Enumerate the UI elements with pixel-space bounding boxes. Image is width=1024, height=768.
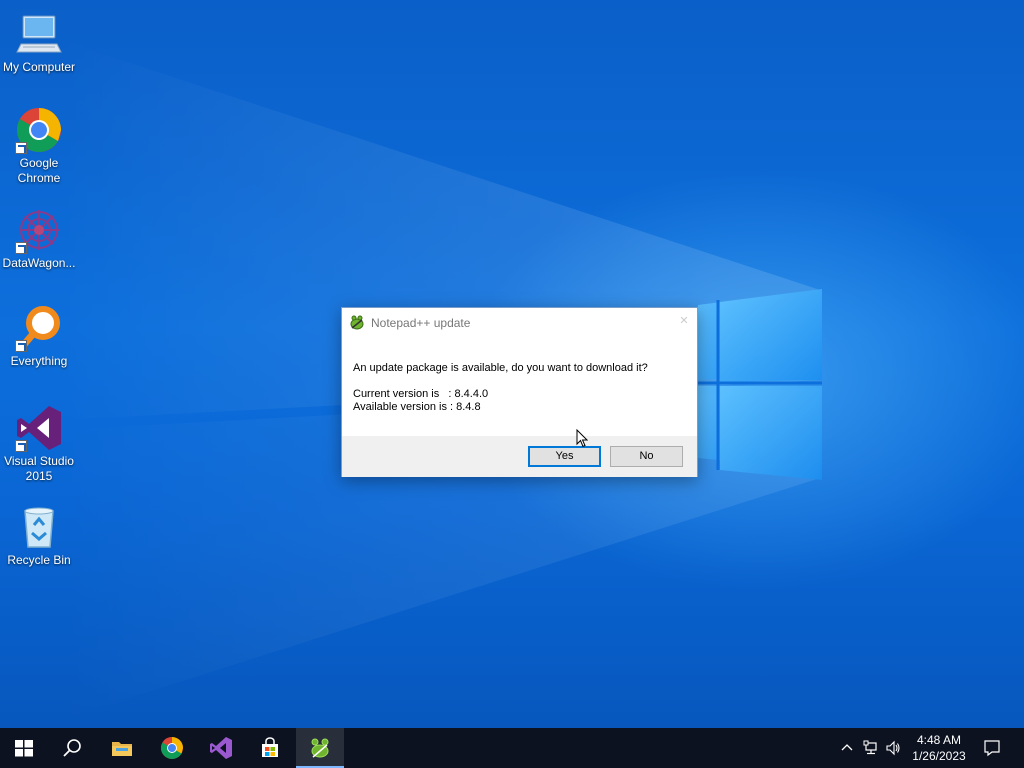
desktop-icon-label: DataWagon... <box>2 256 76 270</box>
shortcut-arrow-icon <box>15 142 27 154</box>
desktop-icon-visual-studio[interactable]: Visual Studio 2015 <box>0 404 78 484</box>
mouse-cursor-icon <box>576 429 588 448</box>
store-taskbar-button[interactable] <box>246 728 294 768</box>
notepadpp-icon <box>311 738 329 758</box>
desktop-icon-label: Everything <box>10 354 68 368</box>
desktop-icon-everything[interactable]: Everything <box>0 304 78 369</box>
desktop: My Computer Google Chrome DataWagon... E… <box>0 0 1024 728</box>
folder-icon <box>112 742 132 756</box>
desktop-icon-label: Recycle Bin <box>7 553 71 567</box>
desktop-icon-recycle-bin[interactable]: Recycle Bin <box>0 503 78 568</box>
file-explorer-button[interactable] <box>98 728 146 768</box>
close-icon[interactable]: ✕ <box>677 314 691 328</box>
taskbar: 4:48 AM 1/26/2023 <box>0 728 1024 768</box>
desktop-icon-label: Google Chrome <box>17 156 61 185</box>
clock[interactable]: 4:48 AM 1/26/2023 <box>906 732 972 764</box>
desktop-icon-datawagon[interactable]: DataWagon... <box>0 206 78 271</box>
chrome-icon <box>161 737 183 759</box>
store-icon <box>262 737 278 757</box>
dialog-message: An update package is available, do you w… <box>353 362 648 374</box>
network-icon[interactable] <box>863 740 879 756</box>
search-button[interactable] <box>48 728 96 768</box>
start-button[interactable] <box>0 728 48 768</box>
computer-icon <box>16 15 62 53</box>
clock-date: 1/26/2023 <box>912 749 966 763</box>
visual-studio-icon <box>210 737 232 759</box>
desktop-icon-label: Visual Studio 2015 <box>4 454 74 483</box>
notepadpp-taskbar-button[interactable] <box>296 728 344 768</box>
search-icon <box>63 739 81 757</box>
recycle-bin-icon <box>24 507 54 548</box>
dialog-titlebar[interactable]: Notepad++ update ✕ <box>342 308 697 336</box>
shortcut-arrow-icon <box>15 440 27 452</box>
windows-logo-icon <box>15 740 33 757</box>
visual-studio-taskbar-button[interactable] <box>197 728 245 768</box>
shortcut-arrow-icon <box>15 242 27 254</box>
volume-icon[interactable] <box>885 740 901 756</box>
no-button[interactable]: No <box>610 446 683 467</box>
chrome-taskbar-button[interactable] <box>148 728 196 768</box>
notepadpp-icon <box>350 315 364 330</box>
notepadpp-update-dialog: Notepad++ update ✕ An update package is … <box>341 307 698 477</box>
yes-button[interactable]: Yes <box>528 446 601 467</box>
notification-center-icon[interactable] <box>983 739 1001 757</box>
available-version-text: Available version is : 8.4.8 <box>353 401 481 413</box>
chevron-up-icon[interactable] <box>839 740 855 756</box>
current-version-text: Current version is : 8.4.4.0 <box>353 388 489 400</box>
desktop-icon-my-computer[interactable]: My Computer <box>0 10 78 75</box>
clock-time: 4:48 AM <box>916 733 962 747</box>
desktop-icon-google-chrome[interactable]: Google Chrome <box>0 106 78 186</box>
dialog-title: Notepad++ update <box>371 316 471 330</box>
shortcut-arrow-icon <box>15 340 27 352</box>
desktop-icon-label: My Computer <box>2 60 76 74</box>
